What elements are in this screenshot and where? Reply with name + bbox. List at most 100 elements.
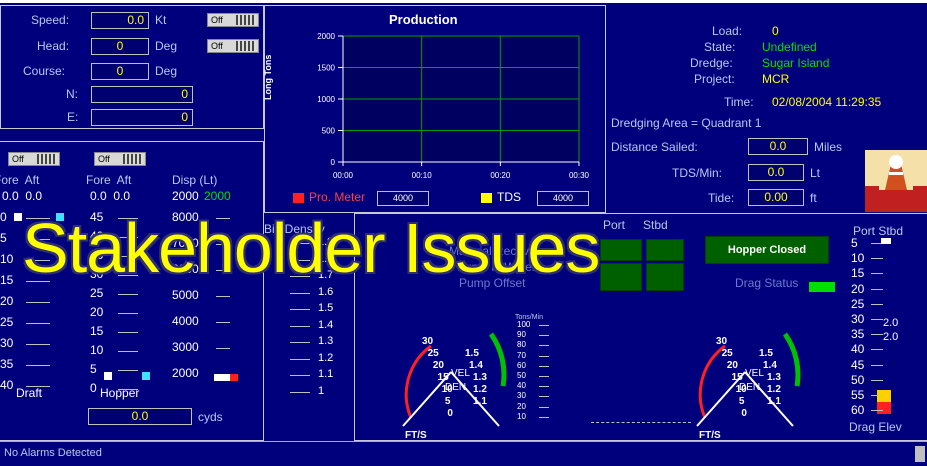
draft-scale-tick <box>26 344 50 345</box>
flow-scale-tick <box>539 355 549 357</box>
draft-fore-aft-header: Fore Aft <box>0 173 40 187</box>
bin-density-tick <box>290 292 310 294</box>
y-tick-label: 0 <box>331 158 336 167</box>
density-tick-label: 1.5 <box>465 348 479 359</box>
head-field[interactable]: 0 <box>91 38 149 55</box>
scroll-handle[interactable] <box>915 446 925 462</box>
draft-values: 0.0 0.0 <box>2 189 43 203</box>
flow-scale-tick <box>539 396 549 398</box>
x-tick-label: 00:10 <box>412 171 433 180</box>
flow-baseline <box>591 422 691 424</box>
east-field[interactable]: 0 <box>91 109 193 126</box>
bin-density-tick <box>290 391 310 393</box>
drag-scale-label: 45 <box>851 357 865 372</box>
disp-pointer-tip <box>230 374 238 381</box>
drag-scale-label: 55 <box>851 388 865 402</box>
drag-scale-tick <box>871 319 883 320</box>
bin-density-tick <box>290 342 310 343</box>
flow-scale-label-item: 60 <box>517 360 526 370</box>
disp-scale-label: 3000 <box>172 340 199 354</box>
speed-unit: Kt <box>155 13 167 27</box>
hopper-toggle[interactable]: Off <box>94 152 146 166</box>
stbd-pump-indicator <box>646 263 684 291</box>
bin-density-label-item: 1.5 <box>318 302 334 314</box>
pro-meter-field[interactable]: 4000 <box>377 191 429 206</box>
disp-scale-label: 4000 <box>172 314 199 328</box>
course-field[interactable]: 0 <box>91 63 149 80</box>
hopper-aft-pointer <box>142 372 150 380</box>
drag-level-upper <box>877 390 891 402</box>
state-label: State: <box>704 40 736 54</box>
disp-scale-tick <box>216 348 230 349</box>
speed-field[interactable]: 0.0 <box>91 12 149 29</box>
draft-scale-label: 15 <box>0 273 14 287</box>
draft-label: Draft <box>16 386 43 400</box>
port-recovery-indicator <box>600 239 642 261</box>
hopper-fore-pointer <box>104 372 112 380</box>
gauge-unit-label: FT/S <box>405 430 427 438</box>
velocity-needle <box>696 371 746 427</box>
draft-scale-label: 25 <box>0 315 14 329</box>
gauge-den-label: DEN <box>739 382 760 393</box>
flow-scale-label-item: 10 <box>517 411 526 421</box>
draft-scale-label: 5 <box>0 231 7 245</box>
disp-value-green: 2000 <box>204 189 231 203</box>
drag-scale-tick <box>871 273 883 275</box>
disp-scale-label: 5000 <box>172 288 199 302</box>
tide-field[interactable]: 0.00 <box>748 189 804 206</box>
flow-scale-label-item: 50 <box>517 371 526 380</box>
drag-scale-label: 15 <box>851 266 865 281</box>
bin-density-tick <box>290 375 310 376</box>
production-chart: 0 500 1000 1500 2000 00:00 00:10 00:20 00:30 <box>317 32 590 180</box>
drag-elev-label: Drag Elev <box>849 420 902 434</box>
x-tick-label: 00:30 <box>569 171 590 180</box>
state-value: Undefined <box>762 40 817 54</box>
density-tick-label: 1.3 <box>473 372 487 383</box>
dredge-label: Dredge: <box>690 56 733 70</box>
gauge-vel-label: VEL <box>745 368 764 379</box>
velocity-tick-label: 5 <box>739 396 745 407</box>
density-tick-label: 1.2 <box>767 384 781 395</box>
y-tick-label: 500 <box>322 127 336 136</box>
project-label: Project: <box>694 72 735 86</box>
velocity-tick-label: 25 <box>428 348 440 359</box>
tds-min-field[interactable]: 0.0 <box>748 164 804 181</box>
distance-field[interactable]: 0.0 <box>748 138 808 155</box>
draft-scale-label: 0 <box>0 210 7 224</box>
alarm-status-text: No Alarms Detected <box>4 447 102 459</box>
volume-field[interactable]: 0.0 <box>88 408 192 425</box>
dredge-monitor-window: Speed: 0.0 Kt Off Head: 0 Deg Off Course… <box>0 0 927 466</box>
hopper-status-button[interactable]: Hopper Closed <box>705 236 829 264</box>
density-tick-label: 1.3 <box>767 372 781 383</box>
flow-scale-label-item: 30 <box>517 391 526 401</box>
draft-scale-label: 10 <box>0 252 14 266</box>
draft-scale-label: 40 <box>0 378 14 392</box>
tds-field[interactable]: 4000 <box>537 191 589 206</box>
hopper-scale-label: 20 <box>90 305 104 319</box>
head-toggle[interactable]: Off <box>207 39 259 53</box>
stbd-header: Stbd <box>643 218 668 232</box>
draft-scale-tick <box>26 302 50 303</box>
bin-density-label-item: 1.2 <box>318 351 334 364</box>
hopper-scale-label: 25 <box>90 286 104 300</box>
tds-min-unit: Lt <box>810 166 821 180</box>
flow-scale-tick <box>539 335 549 337</box>
drag-scale-label: 35 <box>851 327 865 342</box>
drag-scale-tick <box>871 395 883 396</box>
velocity-needle <box>402 371 452 427</box>
flow-scale-tick <box>539 386 549 388</box>
distance-label: Distance Sailed: <box>611 140 698 154</box>
draft-toggle[interactable]: Off <box>8 152 60 166</box>
north-field[interactable]: 0 <box>91 86 193 103</box>
volume-unit: cyds <box>198 410 223 424</box>
drag-scale-label: 25 <box>851 296 865 311</box>
status-bar: No Alarms Detected <box>0 441 927 466</box>
drag-scale-tick <box>871 334 883 336</box>
draft-fore-pointer <box>14 213 22 221</box>
density-arc-green <box>488 332 507 387</box>
drag-scale-tick <box>871 258 883 260</box>
drag-scale-label: 5 <box>851 236 858 250</box>
speed-toggle[interactable]: Off <box>207 13 259 27</box>
north-label: N: <box>66 87 78 101</box>
flow-scale-label-item: 40 <box>517 381 526 391</box>
